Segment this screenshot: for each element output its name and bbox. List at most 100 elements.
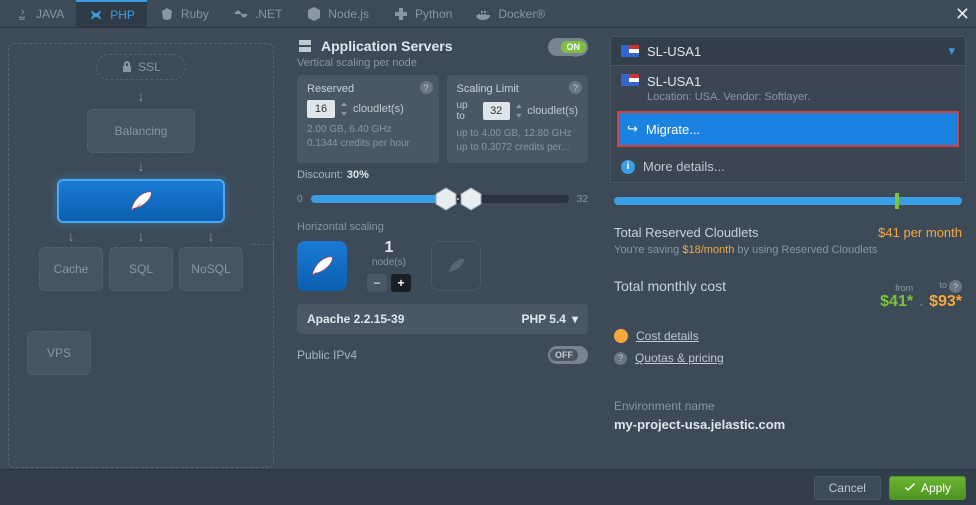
migrate-item[interactable]: ↪ Migrate...	[617, 111, 959, 147]
discount-row: Discount: 30%	[297, 169, 588, 181]
cache-node[interactable]: Cache	[39, 247, 103, 291]
discount-label: Discount:	[297, 169, 343, 181]
sql-label: SQL	[129, 262, 153, 276]
ipv4-toggle[interactable]: OFF	[548, 346, 588, 364]
tab-java[interactable]: JAVA	[2, 0, 76, 27]
help-icon[interactable]: ?	[420, 81, 433, 94]
server-select[interactable]: Apache 2.2.15-39 PHP 5.4▾	[297, 304, 588, 334]
sql-node[interactable]: SQL	[109, 247, 173, 291]
region-dropdown[interactable]: SL-USA1 ▾	[610, 36, 966, 66]
apply-button[interactable]: Apply	[889, 476, 966, 500]
arrows-group: ↓↓↓	[36, 228, 246, 244]
slider-thumb-reserved[interactable]	[435, 187, 457, 211]
spinner-icon[interactable]	[515, 104, 523, 118]
from-label: from	[880, 283, 913, 293]
tab-docker[interactable]: Docker®	[464, 0, 557, 27]
more-details-item[interactable]: i More details...	[611, 151, 965, 182]
reserved-card: Reserved ? 16 cloudlet(s) 2.00 GB, 6.40 …	[297, 75, 439, 163]
region-item[interactable]: SL-USA1 Location: USA. Vendor: Softlayer…	[611, 66, 965, 111]
ipv4-label: Public IPv4	[297, 348, 357, 362]
tab-label: PHP	[110, 8, 135, 22]
vps-label: VPS	[47, 346, 71, 360]
to-label: to	[939, 280, 947, 293]
check-icon	[904, 482, 916, 494]
section-title-text: Application Servers	[321, 38, 453, 54]
price-thumb[interactable]	[895, 193, 899, 209]
cancel-button[interactable]: Cancel	[814, 476, 881, 500]
flag-icon	[621, 74, 639, 86]
spinner-icon[interactable]	[340, 102, 348, 116]
env-name-value: my-project-usa.jelastic.com	[614, 417, 962, 432]
php-version: PHP 5.4	[521, 312, 565, 326]
reserved-price: $41 per month	[878, 225, 962, 240]
more-details-label: More details...	[643, 159, 725, 174]
tab-label: Node.js	[328, 7, 369, 21]
reserved-title: Reserved	[307, 83, 429, 95]
total-cost-label: Total monthly cost	[614, 278, 726, 294]
cloudlet-slider[interactable]: 0 32	[297, 189, 588, 209]
region-selected: SL-USA1	[647, 44, 701, 59]
cloudlet-unit: cloudlet(s)	[527, 105, 578, 117]
region-item-name: SL-USA1	[647, 74, 810, 89]
quotas-text: Quotas & pricing	[635, 351, 724, 365]
horizontal-scaling-label: Horizontal scaling	[297, 221, 588, 233]
arrow-down-icon: ↓	[208, 228, 215, 244]
reserved-stat1: 2.00 GB, 6.40 GHz	[307, 123, 429, 137]
tab-label: Ruby	[181, 7, 209, 21]
nosql-node[interactable]: NoSQL	[179, 247, 243, 291]
nosql-label: NoSQL	[191, 262, 230, 276]
close-icon[interactable]: ✕	[955, 4, 970, 25]
flag-icon	[621, 45, 639, 57]
region-dropdown-panel: SL-USA1 Location: USA. Vendor: Softlayer…	[610, 66, 966, 183]
tab-node[interactable]: Node.js	[294, 0, 381, 27]
balancing-label: Balancing	[115, 124, 168, 138]
apache-icon	[127, 187, 155, 215]
tab-python[interactable]: Python	[381, 0, 464, 27]
scaling-limit-input[interactable]: 32	[483, 102, 510, 120]
cache-label: Cache	[54, 262, 89, 276]
reserved-input[interactable]: 16	[307, 100, 335, 118]
cost-details-link[interactable]: Cost details	[614, 329, 962, 343]
chevron-down-icon: ▾	[948, 43, 955, 59]
cost-details-text: Cost details	[636, 329, 699, 343]
saving-suffix: by using Reserved Cloudlets	[734, 244, 877, 256]
from-price: $41*	[880, 293, 913, 310]
app-server-node[interactable]	[57, 179, 225, 223]
help-icon[interactable]: ?	[569, 81, 582, 94]
tab-php[interactable]: PHP	[76, 0, 147, 27]
balancing-node[interactable]: Balancing	[87, 109, 195, 153]
app-servers-toggle[interactable]: ON	[548, 38, 588, 56]
price-slider[interactable]	[614, 197, 962, 205]
price-dash: -	[919, 297, 923, 311]
cancel-label: Cancel	[829, 481, 866, 495]
limit-stat2: up to 0.3072 credits per...	[457, 141, 579, 155]
slider-min: 0	[297, 194, 303, 205]
discount-value: 30%	[347, 169, 369, 181]
minus-button[interactable]: −	[367, 274, 387, 292]
vps-node[interactable]: VPS	[27, 331, 91, 375]
app-servers-title: Application Servers ?	[297, 38, 588, 54]
env-name-label: Environment name	[614, 399, 962, 413]
plus-button[interactable]: +	[391, 274, 411, 292]
slider-max: 32	[577, 194, 588, 205]
apply-label: Apply	[921, 481, 951, 495]
slider-thumb-limit[interactable]	[460, 187, 482, 211]
saving-amount: $18/month	[682, 244, 734, 256]
limit-stat1: up to 4.00 GB, 12.80 GHz	[457, 127, 579, 141]
apache-icon	[445, 255, 467, 277]
saving-text: You're saving $18/month by using Reserve…	[614, 244, 962, 256]
tab-label: Docker®	[498, 7, 545, 21]
quotas-link[interactable]: ?Quotas & pricing	[614, 351, 962, 365]
migrate-label: Migrate...	[646, 122, 700, 137]
hs-node-inactive[interactable]	[431, 241, 481, 291]
footer: Cancel Apply	[0, 469, 976, 505]
ssl-label: SSL	[138, 60, 161, 74]
node-count-label: node(s)	[367, 257, 411, 268]
tab-ruby[interactable]: Ruby	[147, 0, 221, 27]
toggle-on-label: ON	[561, 41, 587, 53]
help-icon[interactable]: ?	[949, 280, 962, 293]
tab-net[interactable]: .NET	[221, 0, 294, 27]
ssl-button[interactable]: SSL	[96, 54, 186, 80]
hs-node-active[interactable]	[297, 241, 347, 291]
chevron-down-icon: ▾	[572, 312, 578, 326]
